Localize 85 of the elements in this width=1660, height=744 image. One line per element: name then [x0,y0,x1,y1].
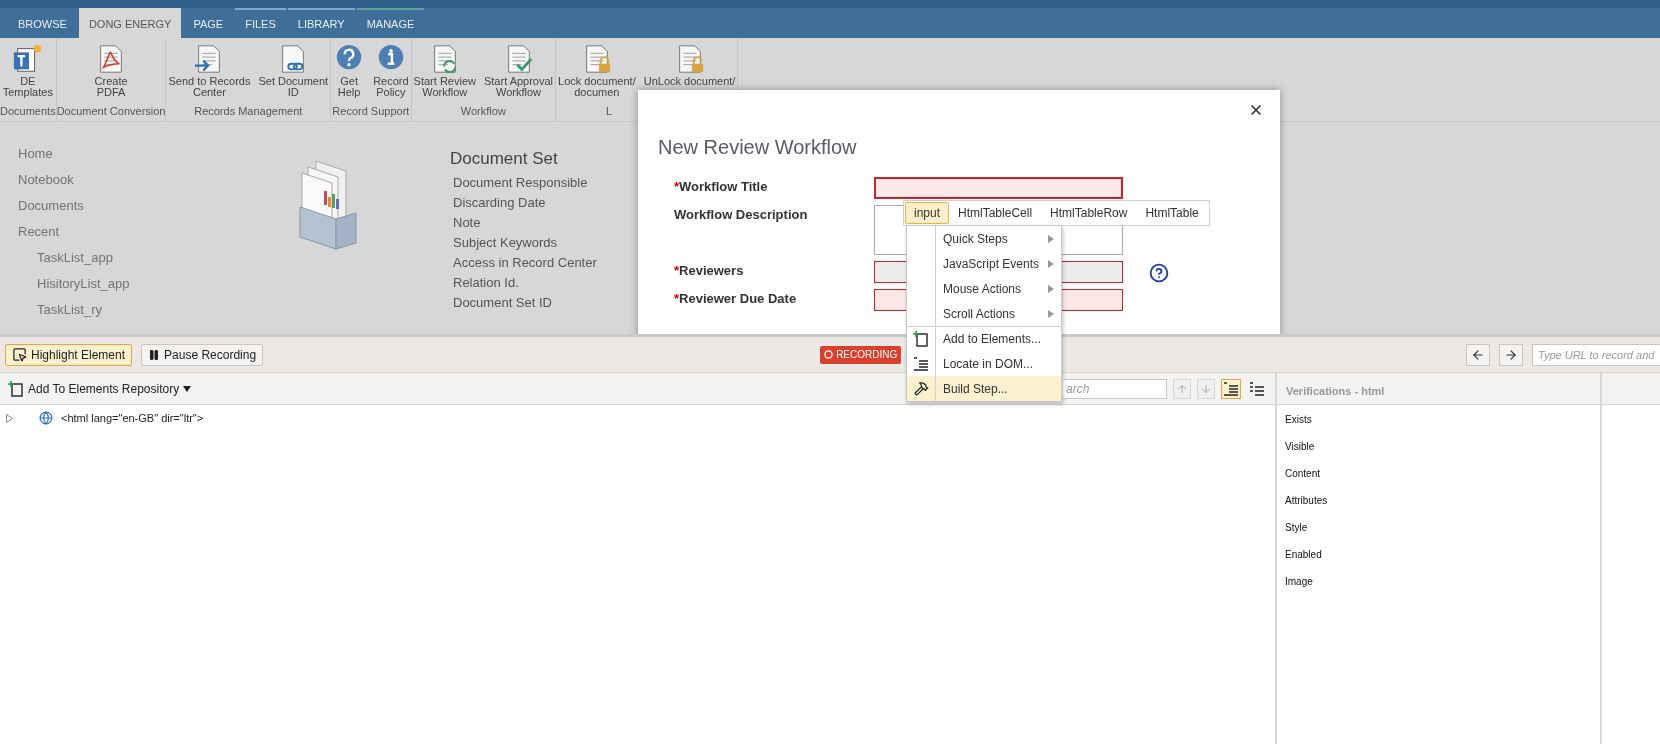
element-chip[interactable]: HtmlTableRow [1041,202,1137,224]
help-icon[interactable] [1149,263,1169,283]
ribbon-group-label: Document Conversion [56,105,166,119]
back-button[interactable] [1466,343,1490,366]
property-label: Subject Keywords [452,234,559,252]
hammer-icon [913,381,929,396]
ribbon-group-label: Records Management [193,105,304,119]
add-element-icon [913,331,929,347]
ribbon-button[interactable]: Set Document ID [256,42,331,105]
tree-view-icon [1223,381,1239,396]
locate-icon [913,356,929,371]
ribbon-group-label: Documents [0,105,56,119]
status-text: RECORDING [836,349,898,360]
ribbon-group-label: Workflow [459,105,507,119]
ribbon-tab[interactable]: LIBRARY [287,8,355,38]
field-label: *Reviewer Due Date [674,290,798,306]
dialog-title: New Review Workflow [658,136,858,159]
input-field[interactable] [874,177,1123,199]
menu-item[interactable]: JavaScript Events [907,251,1061,276]
property-label: Relation Id. [452,274,520,292]
ribbon-button[interactable]: Start Approval Workflow [481,42,556,105]
ribbon-button[interactable]: Lock document/ documen [556,42,638,105]
view-toggle[interactable] [1221,378,1241,399]
ribbon-group-label: Record Support [331,105,411,119]
down-arrow-icon [1200,382,1212,395]
ribbon-button[interactable]: DE Templates [0,42,55,105]
ribbon-button[interactable]: Create PDFA [92,42,130,105]
field-label: *Reviewers [674,262,745,278]
menu-item[interactable]: Build Step... [907,376,1061,401]
ribbon-button[interactable]: Record Policy [371,42,411,105]
ribbon-group-label: L [605,105,614,119]
property-label: Document Set ID [452,294,553,312]
record-icon [824,350,834,359]
ribbon-button[interactable]: Send to Records Center [166,42,253,105]
highlight-icon [12,347,27,362]
add-to-repository-button[interactable]: Add To Elements Repository [8,380,192,397]
property-label: Note [452,214,482,232]
verification-item[interactable]: Exists [1285,413,1600,427]
submenu-arrow-icon [1048,309,1054,318]
add-element-icon [8,380,24,397]
dom-node[interactable]: <html lang="en-GB" dir="ltr"> [61,412,204,424]
verification-item[interactable]: Attributes [1285,494,1600,508]
ribbon-tab[interactable]: PAGE [183,8,234,38]
submenu-arrow-icon [1048,259,1054,268]
property-label: Access in Record Center [452,254,597,272]
toolbar-button[interactable]: Pause Recording [141,343,264,366]
field-label: *Workflow Title [674,178,769,194]
globe-icon [39,411,53,425]
search-field[interactable]: arch [1063,378,1167,399]
verification-item[interactable]: Style [1285,521,1600,535]
verification-item[interactable]: Content [1285,467,1600,481]
ribbon-tab[interactable]: MANAGE [356,8,425,38]
menu-item[interactable]: Add to Elements... [907,326,1061,351]
toolbar-button[interactable]: Highlight Element [5,343,133,366]
pause-icon [148,348,161,361]
element-chip[interactable]: HtmlTableCell [949,202,1042,224]
up-arrow-icon [1176,382,1188,395]
property-label: Discarding Date [452,194,547,212]
submenu-arrow-icon [1048,284,1054,293]
ribbon-button[interactable]: Get Help [331,42,368,105]
forward-button[interactable] [1499,343,1523,366]
property-label: Document Responsible [452,174,589,192]
field-label: Workflow Description [674,206,809,222]
element-chip[interactable]: HtmlTable [1136,202,1208,224]
verifications-header: Verifications - html [1275,373,1600,405]
expand-icon[interactable] [6,413,13,423]
ribbon-button[interactable]: Start Review Workflow [411,42,478,105]
menu-item[interactable]: Quick Steps [907,226,1061,251]
ribbon-tab[interactable]: DONG ENERGY [78,8,182,38]
close-icon[interactable] [1248,102,1264,118]
menu-item[interactable]: Scroll Actions [907,301,1061,326]
verification-item[interactable]: Visible [1285,440,1600,454]
verification-item[interactable]: Image [1285,575,1600,589]
list-view-icon [1249,381,1265,396]
element-chip[interactable]: input [905,202,950,224]
ribbon-button[interactable]: UnLock document/ [641,42,738,105]
ribbon-tab[interactable]: FILES [235,8,286,38]
document-set-title: Document Set [450,149,559,169]
verification-item[interactable]: Enabled [1285,548,1600,562]
ribbon-tab[interactable]: BROWSE [8,8,77,38]
menu-item[interactable]: Mouse Actions [907,276,1061,301]
document-set-icon [298,157,360,251]
submenu-arrow-icon [1048,234,1054,243]
dropdown-caret-icon [183,385,192,392]
url-field[interactable]: Type URL to record and [1532,343,1660,366]
